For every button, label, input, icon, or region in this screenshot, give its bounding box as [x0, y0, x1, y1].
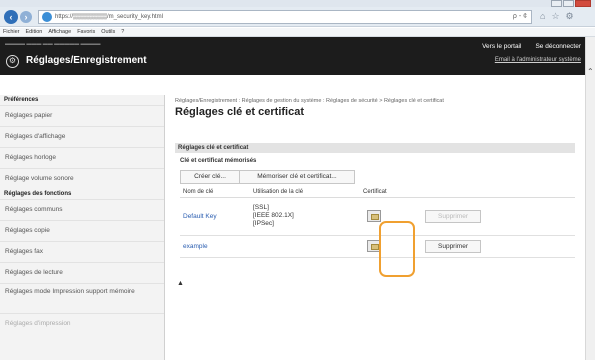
- device-info-blurred: ▬▬▬▬ ▬▬▬ ▬▬ ▬▬▬▬▬ ▬▬▬▬: [5, 41, 101, 47]
- key-usage-cell: [250, 235, 360, 258]
- menu-file[interactable]: Fichier: [3, 28, 20, 36]
- action-cell: Supprimer: [420, 235, 575, 258]
- sidebar-section-functions: Réglages des fonctions: [4, 191, 72, 197]
- page-favicon-icon: [42, 12, 52, 22]
- menu-tools[interactable]: Outils: [101, 28, 115, 36]
- delete-button[interactable]: Supprimer: [425, 209, 481, 223]
- key-name-cell: Default Key: [180, 197, 250, 236]
- forward-arrow-icon: ›: [24, 12, 28, 22]
- sidebar-item-paper[interactable]: Réglages papier: [0, 105, 164, 126]
- key-table: Nom de clé Utilisation de la clé Certifi…: [180, 187, 575, 258]
- column-header-key-usage: Utilisation de la clé: [250, 187, 360, 198]
- search-refresh-controls[interactable]: ρ - ¢: [513, 11, 527, 23]
- settings-gear-icon[interactable]: ⚙: [566, 11, 574, 22]
- subsection-header: Clé et certificat mémorisés: [180, 158, 257, 164]
- column-header-actions: [420, 187, 575, 198]
- column-header-key-name: Nom de clé: [180, 187, 250, 198]
- back-button[interactable]: ‹: [4, 10, 18, 24]
- sidebar-item-scan[interactable]: Réglages de lecture: [0, 262, 164, 283]
- menu-edit[interactable]: Edition: [26, 28, 43, 36]
- sidebar-item-printer[interactable]: Réglages d'impression: [0, 313, 164, 334]
- settings-logo-icon: ⚙: [6, 55, 19, 68]
- menu-view[interactable]: Affichage: [48, 28, 71, 36]
- logout-link[interactable]: Se déconnecter: [535, 43, 581, 50]
- create-key-button[interactable]: Créer clé...: [180, 170, 240, 184]
- sidebar-item-fax[interactable]: Réglages fax: [0, 241, 164, 262]
- action-buttons: Créer clé... Mémoriser clé et certificat…: [180, 170, 355, 184]
- sidebar-item-memory-print[interactable]: Réglages mode Impression support mémoire: [0, 283, 164, 313]
- key-name-cell: example: [180, 235, 250, 258]
- certificate-highlight-frame: [379, 221, 415, 277]
- back-to-top-icon[interactable]: ▲: [177, 280, 184, 287]
- address-bar-area: ‹ › https://▒▒▒▒▒▒▒▒/m_security_key.html…: [0, 7, 595, 27]
- action-cell: Supprimer: [420, 197, 575, 236]
- browser-toolbar-icons: ⌂ ☆ ⚙: [540, 11, 574, 22]
- sidebar: Préférences Réglages papier Réglages d'a…: [0, 95, 165, 360]
- sidebar-item-display[interactable]: Réglages d'affichage: [0, 126, 164, 147]
- back-arrow-icon: ‹: [9, 12, 13, 22]
- key-name-link[interactable]: Default Key: [183, 213, 217, 220]
- key-usage-ieee: [IEEE 802.1X]: [253, 212, 294, 219]
- key-usage-cell: [SSL] [IEEE 802.1X] [IPSec]: [250, 197, 360, 236]
- sidebar-section-preferences: Préférences: [4, 97, 39, 103]
- maximize-button[interactable]: [563, 0, 574, 7]
- menu-favorites[interactable]: Favoris: [77, 28, 95, 36]
- table-row: Default Key [SSL] [IEEE 802.1X] [IPSec] …: [180, 197, 575, 236]
- sidebar-item-volume[interactable]: Réglage volume sonore: [0, 168, 164, 189]
- url-text: https://▒▒▒▒▒▒▒▒/m_security_key.html: [55, 14, 163, 20]
- close-button[interactable]: [575, 0, 591, 7]
- app-title: Réglages/Enregistrement: [26, 55, 147, 66]
- header-links: Vers le portail Se déconnecter: [482, 43, 581, 50]
- admin-email-link[interactable]: Email à l'administrateur système: [495, 57, 581, 63]
- key-usage-ssl: [SSL]: [253, 204, 269, 211]
- menu-help[interactable]: ?: [121, 28, 124, 36]
- window-titlebar: [0, 0, 595, 7]
- delete-button[interactable]: Supprimer: [425, 239, 481, 253]
- table-header-row: Nom de clé Utilisation de la clé Certifi…: [180, 187, 575, 198]
- minimize-button[interactable]: [551, 0, 562, 7]
- sidebar-item-common[interactable]: Réglages communs: [0, 199, 164, 220]
- column-header-certificate: Certificat: [360, 187, 420, 198]
- home-icon[interactable]: ⌂: [540, 11, 545, 22]
- portal-link[interactable]: Vers le portail: [482, 43, 521, 50]
- favorites-star-icon[interactable]: ☆: [551, 11, 559, 22]
- scroll-up-icon[interactable]: ⌃: [587, 67, 594, 76]
- browser-menubar: Fichier Edition Affichage Favoris Outils…: [0, 28, 595, 37]
- app-header: ▬▬▬▬ ▬▬▬ ▬▬ ▬▬▬▬▬ ▬▬▬▬ ⚙ Réglages/Enregi…: [0, 37, 585, 75]
- section-header: Réglages clé et certificat: [175, 143, 575, 153]
- certificate-icon[interactable]: [367, 210, 381, 222]
- register-key-certificate-button[interactable]: Mémoriser clé et certificat...: [240, 170, 355, 184]
- sidebar-item-copy[interactable]: Réglages copie: [0, 220, 164, 241]
- address-bar[interactable]: https://▒▒▒▒▒▒▒▒/m_security_key.html ρ -…: [38, 10, 532, 24]
- sidebar-item-clock[interactable]: Réglages horloge: [0, 147, 164, 168]
- page-scrollbar[interactable]: ⌃: [585, 37, 595, 360]
- forward-button[interactable]: ›: [20, 11, 32, 23]
- key-usage-ipsec: [IPSec]: [253, 220, 274, 227]
- key-name-link[interactable]: example: [183, 243, 208, 250]
- table-row: example Supprimer: [180, 235, 575, 258]
